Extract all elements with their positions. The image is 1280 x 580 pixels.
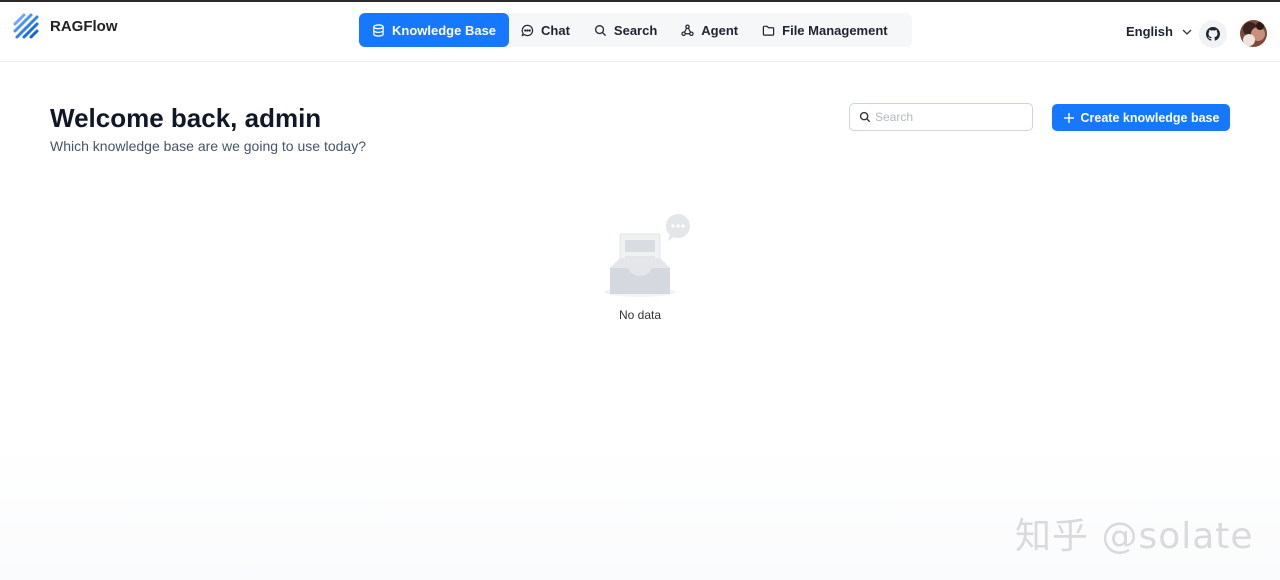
tab-label: Agent — [701, 22, 739, 38]
page-title: Welcome back, admin — [50, 103, 322, 133]
tab-agent[interactable]: Agent — [669, 13, 750, 47]
search-input[interactable] — [875, 110, 1025, 124]
github-icon — [1206, 27, 1220, 41]
main-nav: Knowledge Base Chat Search Agent File Ma… — [359, 13, 912, 47]
top-header: RAGFlow Knowledge Base Chat Search Agent… — [0, 2, 1280, 62]
plus-icon — [1063, 112, 1074, 123]
language-selector[interactable]: English — [1126, 24, 1193, 39]
create-button-label: Create knowledge base — [1080, 110, 1220, 125]
chevron-down-icon — [1182, 29, 1192, 35]
chat-icon — [521, 24, 534, 36]
empty-inbox-icon — [604, 214, 690, 297]
tab-chat[interactable]: Chat — [509, 13, 582, 47]
github-button[interactable] — [1199, 20, 1227, 48]
create-knowledge-base-button[interactable]: Create knowledge base — [1052, 104, 1230, 131]
tab-label: Knowledge Base — [392, 22, 497, 38]
search-icon — [594, 24, 606, 36]
user-avatar-icon — [1240, 20, 1267, 47]
page-subtitle: Which knowledge base are we going to use… — [50, 138, 366, 154]
brand[interactable]: RAGFlow — [12, 12, 118, 40]
search-icon — [859, 111, 871, 123]
avatar[interactable] — [1240, 20, 1267, 47]
folder-icon — [762, 25, 775, 36]
ragflow-logo-icon — [13, 13, 39, 39]
tab-label: Chat — [541, 22, 570, 38]
tab-label: Search — [613, 22, 658, 38]
tab-knowledge-base[interactable]: Knowledge Base — [359, 13, 510, 47]
tab-file-management[interactable]: File Management — [750, 13, 899, 47]
tab-search[interactable]: Search — [582, 13, 669, 47]
empty-state-text: No data — [618, 308, 662, 322]
watermark: 知乎 @solate — [1015, 516, 1254, 557]
agent-icon — [681, 24, 694, 36]
language-label: English — [1126, 24, 1173, 39]
database-icon — [373, 23, 384, 37]
tab-label: File Management — [782, 22, 888, 38]
app-name: RAGFlow — [50, 17, 118, 35]
search-field[interactable] — [849, 103, 1033, 131]
